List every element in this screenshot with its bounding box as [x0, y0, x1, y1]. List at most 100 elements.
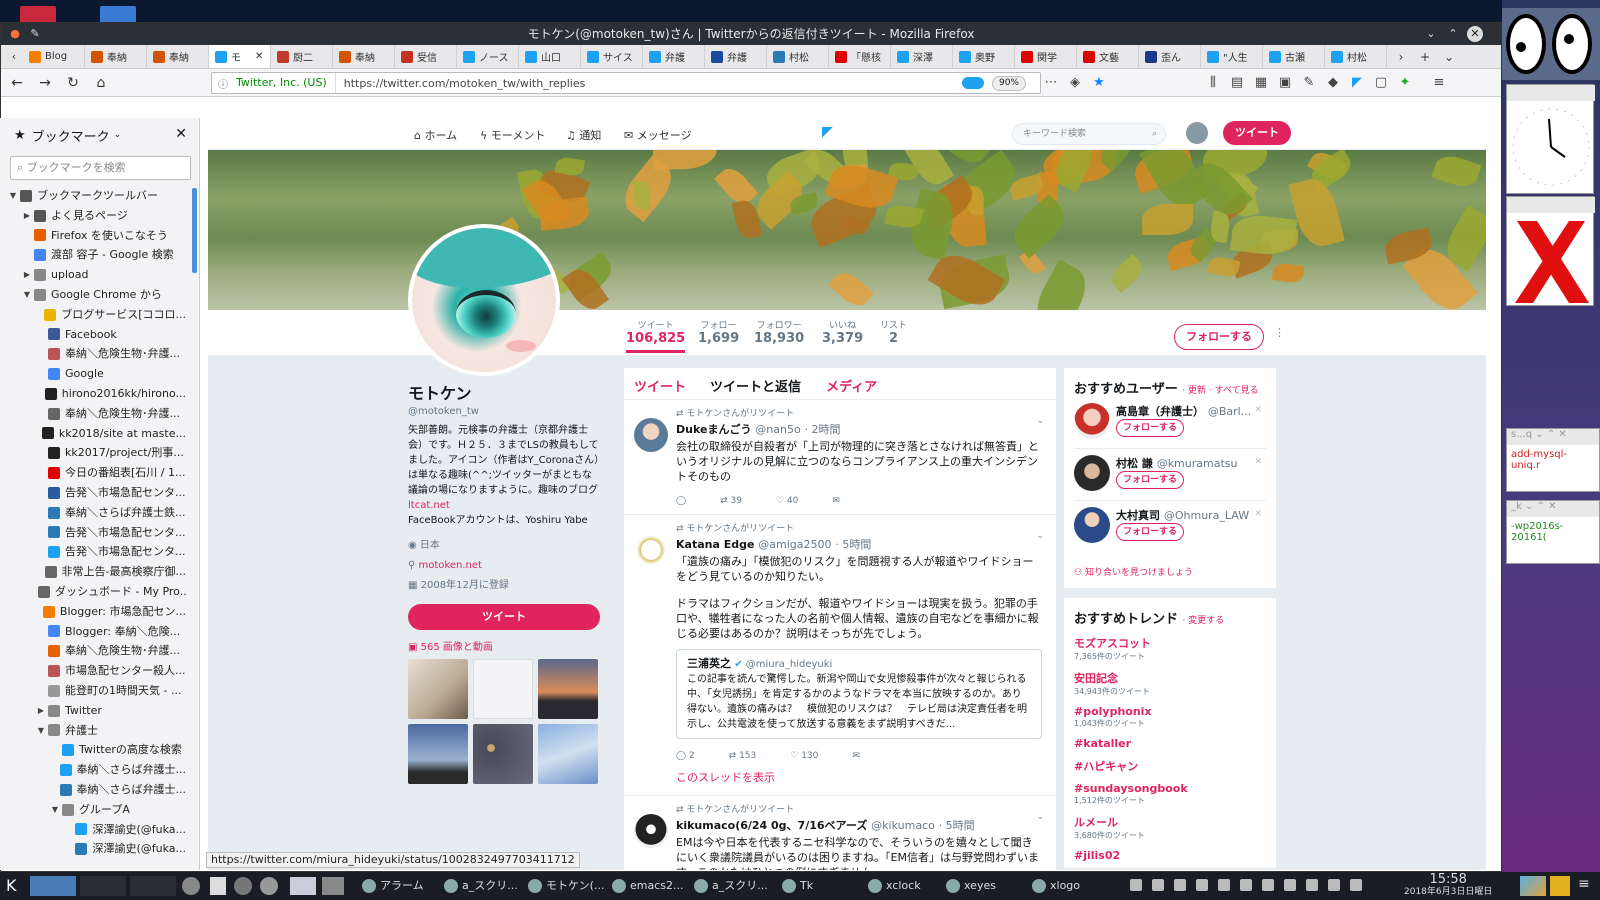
dictionary-icon[interactable]	[290, 877, 316, 895]
bookmark-item[interactable]: ▶ upload	[0, 265, 186, 285]
twitter-bird-icon[interactable]: ◤	[822, 124, 833, 140]
browser-tab[interactable]: 文藝	[1077, 45, 1139, 68]
expand-arrow-icon[interactable]: ▼	[50, 800, 60, 820]
info-icon[interactable]: ⓘ	[218, 76, 228, 91]
tab-tweets-replies[interactable]: ツイートと返信	[710, 376, 801, 395]
reply-icon[interactable]: ◯	[676, 496, 686, 506]
trend-item[interactable]: ルメール 3,680件のツイート	[1074, 814, 1266, 841]
reader-icon[interactable]: ▦	[1253, 75, 1269, 91]
expand-arrow-icon[interactable]: ▼	[36, 721, 46, 741]
media-thumbnail[interactable]	[408, 724, 468, 784]
volume-icon[interactable]	[1328, 879, 1340, 891]
avatar[interactable]	[1074, 403, 1110, 439]
site-identity[interactable]: Twitter, Inc. (US)	[212, 73, 336, 93]
browser-tab[interactable]: 山口	[519, 45, 581, 68]
profile-website[interactable]: motoken.net	[419, 560, 482, 571]
media-link[interactable]: ▣ 565 画像と動画	[408, 638, 600, 653]
taskbar-window[interactable]: a_スクリ...	[444, 877, 518, 895]
follow-button[interactable]: フォローする	[1174, 324, 1264, 350]
reload-icon[interactable]: ↻	[61, 71, 85, 95]
bluetooth-icon[interactable]	[1240, 879, 1252, 891]
nav-moments[interactable]: ϟ モーメント	[480, 127, 545, 143]
browser-tab[interactable]: 奉納	[85, 45, 147, 68]
wifi-icon[interactable]	[1130, 879, 1142, 891]
display-icon[interactable]	[1262, 879, 1274, 891]
bookmark-item[interactable]: Blogger: 市場急配セン...	[0, 602, 186, 622]
trend-item[interactable]: 安田記念 34,943件のツイート	[1074, 670, 1266, 697]
dismiss-icon[interactable]: ✕	[1254, 405, 1262, 415]
bookmark-star-icon[interactable]: ★	[1091, 75, 1107, 91]
bookmark-item[interactable]: 深澤諭史(@fuka...	[0, 839, 186, 859]
taskbar-window[interactable]: emacs2...	[612, 877, 684, 895]
profile-avatar[interactable]	[408, 224, 560, 376]
pocket-icon[interactable]: ◈	[1067, 75, 1083, 91]
bookmark-item[interactable]: ▼ グループA	[0, 800, 186, 820]
expand-arrow-icon[interactable]: ▼	[22, 285, 32, 305]
keyboard-icon[interactable]	[1152, 879, 1164, 891]
sidebar-scrollbar[interactable]	[192, 188, 197, 273]
browser-tab[interactable]: サイス	[581, 45, 643, 68]
trend-item[interactable]: #sundaysongbook 1,512件のツイート	[1074, 782, 1266, 806]
browser-tab[interactable]: 奉納	[147, 45, 209, 68]
tweet-author[interactable]: Katana Edge @amiga2500 · 5時間	[676, 536, 1042, 552]
browser-tab[interactable]: 受信	[395, 45, 457, 68]
nav-notifications[interactable]: ♫ 通知	[566, 127, 601, 143]
expand-arrow-icon[interactable]: ▼	[8, 186, 18, 206]
bookmark-item[interactable]: 渡部 容子 - Google 検索	[0, 245, 186, 265]
more-icon[interactable]: ⋯	[1043, 75, 1059, 91]
browser-tab[interactable]: 奉納	[333, 45, 395, 68]
toggle-icon[interactable]	[962, 77, 984, 89]
minimize-icon[interactable]: ⌄	[1423, 26, 1439, 42]
taskbar-window[interactable]: Tk	[782, 877, 813, 895]
tab-media[interactable]: メディア	[826, 376, 877, 395]
avatar[interactable]	[1074, 507, 1110, 543]
media-thumbnail[interactable]	[408, 659, 468, 719]
home-icon[interactable]: ⌂	[89, 71, 113, 95]
reply-button[interactable]: ◯ 2	[676, 751, 695, 761]
bookmark-item[interactable]: Blogger: 奉納＼危険...	[0, 622, 186, 642]
wtf-name[interactable]: 村松 謙	[1116, 457, 1153, 470]
new-tab-icon[interactable]: +	[1415, 45, 1435, 68]
url-text[interactable]: https://twitter.com/motoken_tw/with_repl…	[336, 77, 586, 90]
bookmark-item[interactable]: kk2017/project/刑事...	[0, 443, 186, 463]
browser-tab[interactable]: ノース	[457, 45, 519, 68]
trend-item[interactable]: #polyphonix 1,043件のツイート	[1074, 705, 1266, 729]
avatar[interactable]	[634, 418, 668, 452]
trends-change[interactable]: · 変更する	[1183, 616, 1225, 626]
expand-arrow-icon[interactable]: ▶	[22, 206, 32, 226]
avatar[interactable]	[634, 814, 668, 848]
file-icon[interactable]	[210, 877, 226, 895]
pager-desktop[interactable]	[130, 876, 176, 896]
kde-menu-icon[interactable]: K	[6, 876, 17, 895]
tweet-time[interactable]: · 5時間	[939, 819, 975, 832]
search-icon[interactable]: ⌕	[1152, 124, 1157, 144]
browser-tab[interactable]: 深澤	[891, 45, 953, 68]
profile-stat[interactable]: ツイート 106,825	[626, 318, 686, 353]
profile-tweet-button[interactable]: ツイート	[408, 604, 600, 630]
clipboard-icon[interactable]: ▢	[1373, 75, 1389, 91]
dm-icon[interactable]: ✉	[852, 751, 860, 761]
bookmark-item[interactable]: 奉納＼さらば弁護士鉄...	[0, 503, 186, 523]
taskbar-clock[interactable]: 15:58 2018年6月3日日曜日	[1404, 873, 1492, 899]
bookmark-item[interactable]: 告発＼市場急配センタ...	[0, 542, 186, 562]
pager-desktop[interactable]	[30, 876, 76, 896]
tweet-author[interactable]: Dukeまんごう @nan5o · 2時間	[676, 421, 1042, 437]
chevron-down-icon[interactable]: ⌄	[1036, 812, 1044, 822]
bookmark-item[interactable]: ▶ よく見るページ	[0, 206, 186, 226]
pen-icon[interactable]: ✎	[1301, 75, 1317, 91]
desktop-thumbnail[interactable]	[1520, 876, 1546, 896]
bookmark-item[interactable]: Twitterの高度な検索	[0, 740, 186, 760]
menu-icon[interactable]: ≡	[1578, 876, 1590, 892]
tab-tweets[interactable]: ツイート	[634, 376, 686, 395]
chevron-down-icon[interactable]: ⌄	[1036, 416, 1044, 426]
bookmark-item[interactable]: 市場急配センター殺人...	[0, 661, 186, 681]
bookmark-item[interactable]: ▶ Twitter	[0, 701, 186, 721]
follow-button[interactable]: フォローする	[1116, 523, 1184, 541]
profile-stat[interactable]: フォロワー 18,930	[754, 318, 804, 346]
show-thread-link[interactable]: このスレッドを表示	[624, 769, 1056, 795]
browser-tab[interactable]: 厨二	[271, 45, 333, 68]
browser-tab[interactable]: Blog	[23, 45, 85, 68]
gear-icon[interactable]	[1218, 879, 1230, 891]
bookmark-item[interactable]: hirono2016kk/hirono...	[0, 384, 186, 404]
bookmark-item[interactable]: 奉納＼危険生物･弁護...	[0, 641, 186, 661]
